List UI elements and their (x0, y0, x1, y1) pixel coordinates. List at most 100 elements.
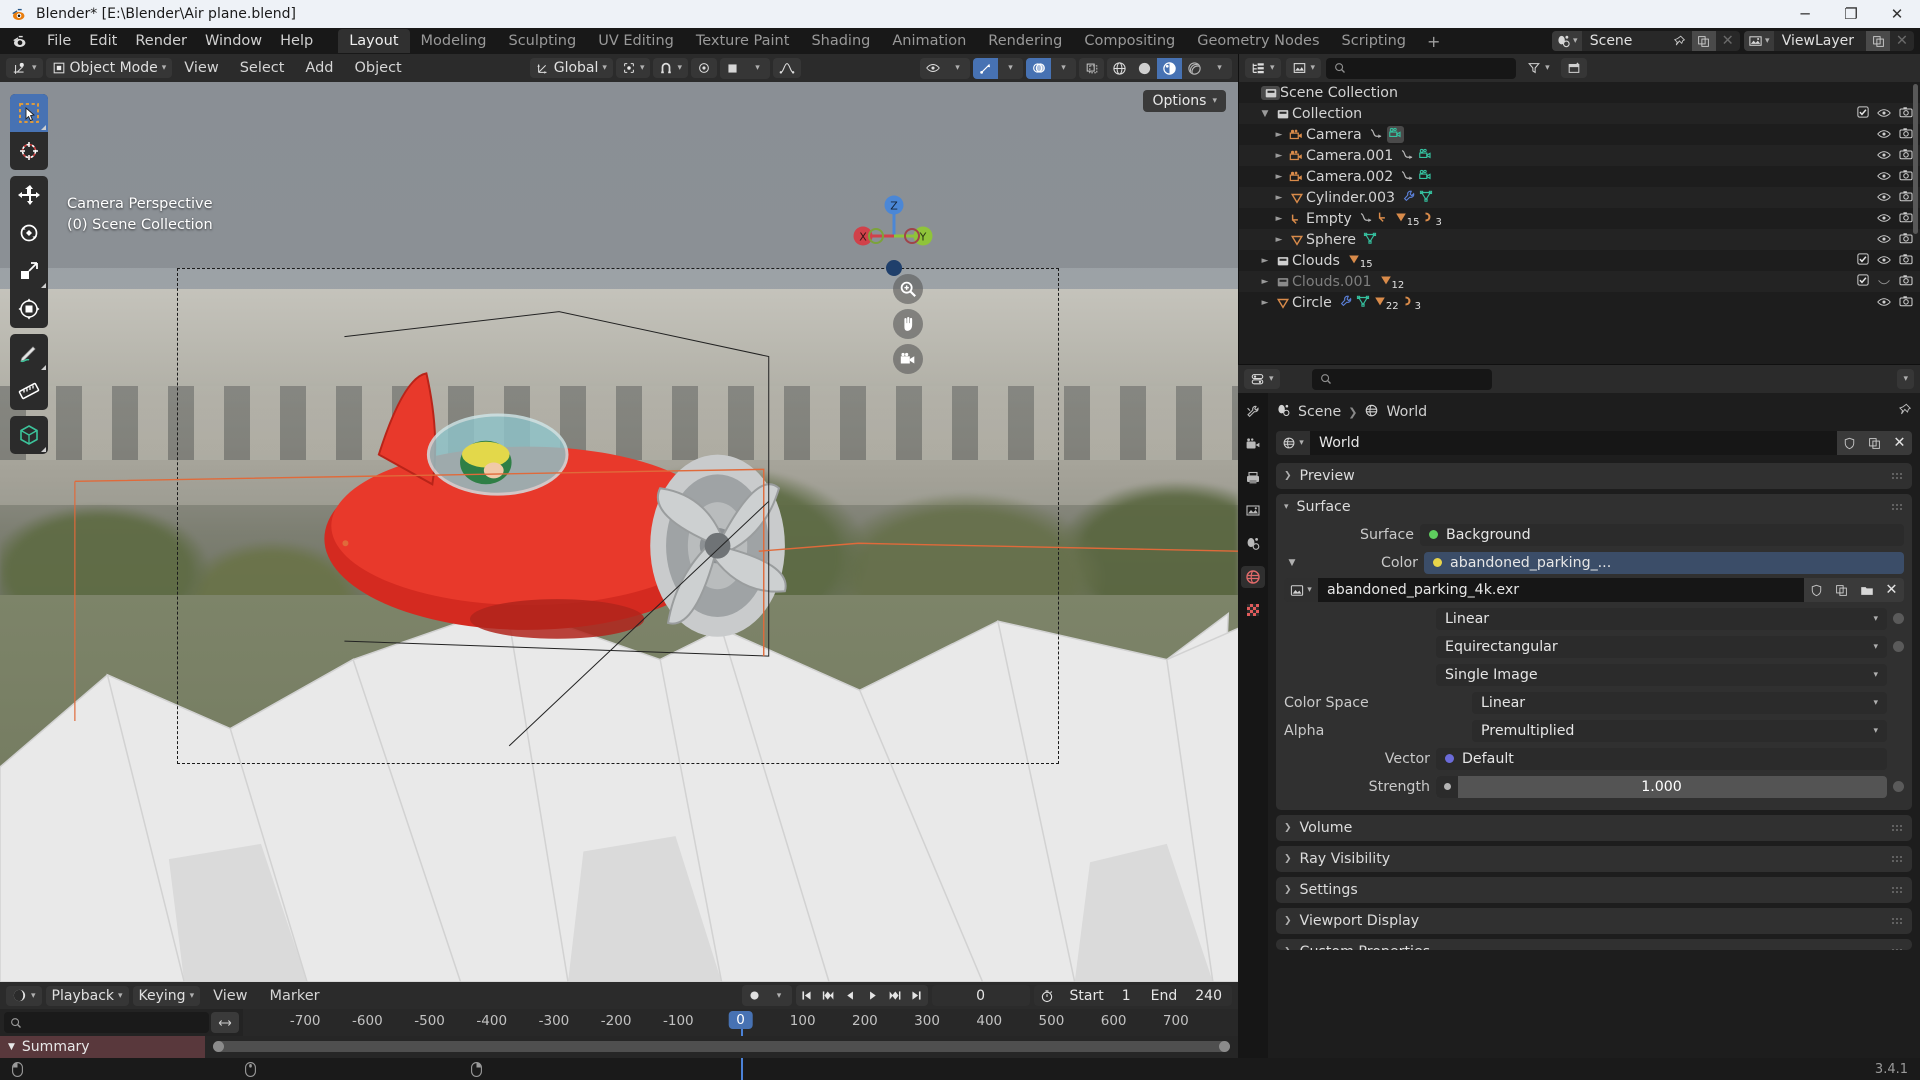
panel-ray-visibility-header[interactable]: ❯ Ray Visibility (1276, 846, 1912, 872)
timeline-horizontal-scrollbar[interactable] (213, 1041, 1230, 1052)
eye-icon[interactable] (1877, 295, 1891, 311)
new-collection-icon[interactable] (1560, 58, 1587, 78)
interaction-mode-selector[interactable]: Object Mode ▾ (45, 58, 173, 78)
image-new-copy-icon[interactable] (1829, 578, 1854, 602)
annotate-tool-button[interactable] (10, 334, 48, 372)
view-layer-selector[interactable]: ▾ ViewLayer ✕ (1743, 31, 1914, 51)
timeline-menu-marker[interactable]: Marker (261, 986, 329, 1006)
eye-icon[interactable] (1877, 148, 1891, 164)
tab-scripting[interactable]: Scripting (1331, 29, 1417, 53)
timeline-ruler[interactable]: -700 -600 -500 -400 -300 -200 -100 0 100 200 300 40… (243, 1009, 1238, 1080)
camera-view-icon[interactable] (893, 344, 923, 374)
panel-preview-header[interactable]: ❯ Preview (1276, 463, 1912, 489)
render-tab[interactable] (1241, 434, 1265, 456)
timeline-track-area[interactable] (205, 1036, 1238, 1058)
color-space-dropdown[interactable]: Linear ▾ (1472, 691, 1887, 714)
vector-field[interactable]: Default (1436, 747, 1887, 770)
outliner-row-sphere[interactable]: ► Sphere (1239, 229, 1920, 250)
unlink-world-icon[interactable]: ✕ (1887, 431, 1912, 455)
image-fake-user-icon[interactable] (1804, 578, 1829, 602)
properties-search-input[interactable] (1311, 368, 1492, 390)
object-visibility-icon[interactable] (920, 58, 945, 79)
overlay-dropdown-icon[interactable]: ▾ (1051, 58, 1076, 79)
tab-compositing[interactable]: Compositing (1073, 29, 1186, 53)
camera-render-icon[interactable] (1899, 211, 1913, 227)
snap-magnet-toggle[interactable]: ▾ (653, 58, 688, 78)
checkbox-icon[interactable] (1857, 273, 1869, 290)
camera-render-icon[interactable] (1899, 148, 1913, 164)
add-cube-tool-button[interactable] (10, 416, 48, 454)
tab-texture-paint[interactable]: Texture Paint (685, 29, 801, 53)
expand-arrow[interactable]: ► (1257, 277, 1273, 287)
shading-rendered-icon[interactable] (1182, 58, 1207, 79)
animate-property-icon[interactable] (1893, 641, 1904, 652)
eye-icon[interactable] (1877, 232, 1891, 248)
tab-sculpting[interactable]: Sculpting (497, 29, 587, 53)
new-copy-icon[interactable] (1862, 431, 1887, 455)
menu-file[interactable]: File (38, 30, 80, 52)
tab-layout[interactable]: Layout (338, 29, 410, 53)
timeline-menu-keying[interactable]: Keying ▾ (132, 985, 201, 1006)
viewport-menu-object[interactable]: Object (346, 58, 411, 78)
projection-dropdown[interactable]: Equirectangular ▾ (1436, 635, 1887, 658)
outliner-row-empty[interactable]: ► Empty 15 3 (1239, 208, 1920, 229)
world-browse-icon[interactable]: ▾ (1276, 431, 1310, 455)
outliner-search-input[interactable] (1326, 57, 1517, 79)
tweak-tool-button[interactable] (10, 94, 48, 132)
camera-render-icon[interactable] (1899, 232, 1913, 248)
eye-icon[interactable] (1877, 253, 1891, 269)
checkbox-icon[interactable] (1857, 105, 1869, 122)
source-dropdown[interactable]: Single Image ▾ (1436, 663, 1887, 686)
panel-volume-header[interactable]: ❯ Volume (1276, 815, 1912, 841)
viewport-options-button[interactable]: Options ▾ (1143, 90, 1226, 112)
shading-material-preview-icon[interactable] (1157, 57, 1182, 79)
editor-type-timeline[interactable]: ▾ (6, 985, 42, 1006)
3d-viewport[interactable]: Camera Perspective (0) Scene Collection … (0, 82, 1238, 982)
folder-icon[interactable] (1854, 578, 1879, 602)
timeline-menu-view[interactable]: View (204, 986, 256, 1006)
expand-arrow[interactable]: ► (1257, 298, 1273, 308)
world-tab[interactable] (1241, 566, 1265, 588)
prev-keyframe-button[interactable] (818, 985, 840, 1006)
panel-viewport-display-header[interactable]: ❯ Viewport Display (1276, 908, 1912, 934)
copy-icon[interactable] (1691, 31, 1716, 51)
eye-closed-icon[interactable] (1877, 274, 1891, 290)
shading-solid-icon[interactable] (1132, 58, 1157, 79)
outliner-row-scene-collection[interactable]: Scene Collection (1239, 82, 1920, 103)
delete-view-layer-icon[interactable]: ✕ (1890, 31, 1914, 51)
camera-render-icon[interactable] (1899, 127, 1913, 143)
viewport-menu-view[interactable]: View (175, 58, 227, 78)
color-expand-arrow[interactable]: ▼ (1284, 558, 1300, 568)
tab-uv-editing[interactable]: UV Editing (587, 29, 685, 53)
surface-shader-field[interactable]: Background (1420, 523, 1904, 546)
outliner-row-clouds[interactable]: ► Clouds 15 (1239, 250, 1920, 271)
editor-type-3d-view[interactable]: ▾ (6, 58, 43, 78)
tab-shading[interactable]: Shading (800, 29, 881, 53)
start-frame-field[interactable]: Start 1 (1060, 985, 1141, 1006)
alpha-dropdown[interactable]: Premultiplied ▾ (1472, 719, 1887, 742)
timeline-playhead-label[interactable]: 0 (728, 1011, 753, 1029)
show-overlays-icon[interactable] (1026, 57, 1051, 79)
outliner-row-collection[interactable]: ▼ Collection (1239, 103, 1920, 124)
expand-arrow[interactable]: ► (1271, 193, 1287, 203)
blender-menu-icon[interactable] (10, 32, 30, 50)
expand-arrow[interactable]: ► (1271, 130, 1287, 140)
filter-icon[interactable]: ▾ (1521, 58, 1556, 78)
tab-rendering[interactable]: Rendering (977, 29, 1073, 53)
add-workspace-button[interactable]: + (1417, 30, 1450, 53)
expand-arrow[interactable]: ► (1257, 256, 1273, 266)
jump-to-start-button[interactable] (796, 985, 818, 1006)
shading-dropdown-icon[interactable]: ▾ (1207, 58, 1232, 79)
expand-arrow[interactable]: ► (1271, 214, 1287, 224)
editor-type-properties[interactable]: ▾ (1244, 369, 1280, 389)
strength-slider[interactable]: 1.000 (1436, 775, 1887, 798)
timeline-menu-playback[interactable]: Playback ▾ (45, 985, 129, 1006)
viewport-menu-select[interactable]: Select (231, 58, 294, 78)
world-name-field[interactable]: World (1310, 431, 1837, 455)
tab-modeling[interactable]: Modeling (410, 29, 498, 53)
pin-icon[interactable] (1668, 31, 1692, 51)
viewport-menu-add[interactable]: Add (296, 58, 342, 78)
outliner-display-mode[interactable]: ▾ (1285, 58, 1322, 78)
tab-animation[interactable]: Animation (881, 29, 977, 53)
delete-scene-icon[interactable]: ✕ (1716, 31, 1740, 51)
